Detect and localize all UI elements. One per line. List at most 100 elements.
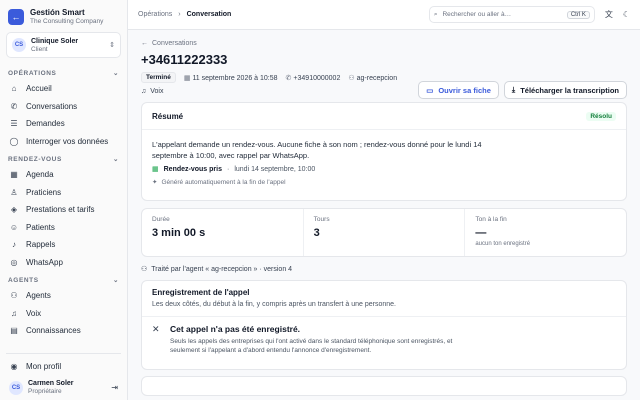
users-icon: ♙ [10, 187, 18, 197]
download-transcript-button[interactable]: ⤓ Télécharger la transcription [503, 81, 627, 99]
sidebar-item-conversations[interactable]: ✆ Conversations [6, 98, 121, 116]
chevron-down-icon: ⌄ [112, 156, 119, 163]
section-operations[interactable]: OPÉRATIONS ⌄ [6, 64, 121, 80]
breadcrumb-operations[interactable]: Opérations [138, 11, 172, 18]
sidebar-item-interroger[interactable]: ◯ Interroger vos données [6, 133, 121, 151]
search-placeholder: Rechercher ou aller à… [442, 11, 512, 18]
bot-icon: ⚇ [348, 74, 355, 82]
section-title: AGENTS [8, 276, 39, 284]
sidebar-item-label: Agents [26, 291, 51, 301]
outcome-value: lundi 14 septembre, 10:00 [234, 165, 316, 173]
sidebar-item-profile[interactable]: ◉ Mon profil [6, 358, 121, 376]
section-rendez-vous[interactable]: RENDEZ-VOUS ⌄ [6, 150, 121, 166]
topbar: Opérations › Conversation ⌕ Rechercher o… [128, 0, 640, 30]
sidebar-item-demandes[interactable]: ☰ Demandes [6, 115, 121, 133]
agent-line: ⚇ Traité par l'agent « ag-recepcion » · v… [141, 265, 627, 274]
sidebar-item-label: Demandes [26, 119, 65, 129]
sidebar-item-label: Connaissances [26, 326, 81, 336]
section-agents[interactable]: AGENTS ⌄ [6, 271, 121, 287]
outcome-label: Rendez-vous pris [163, 165, 222, 173]
audio-icon: ♫ [141, 88, 147, 95]
sidebar-item-patients[interactable]: ☺ Patients [6, 219, 121, 237]
search-icon: ⌕ [433, 10, 438, 18]
sidebar-item-label: WhatsApp [26, 257, 63, 267]
stats-card: Durée 3 min 00 s Tours 3 Ton à la fin — … [141, 208, 627, 257]
meta-phone: ✆ +34910000002 [286, 74, 341, 82]
stat-label: Ton à la fin [475, 216, 507, 223]
sidebar-item-label: Prestations et tarifs [26, 205, 95, 215]
sidebar-item-agenda[interactable]: ▦ Agenda [6, 166, 121, 184]
open-sheet-button[interactable]: ▭ Ouvrir sa fiche [418, 81, 499, 99]
outcome: ▦ Rendez-vous pris · lundi 14 septembre,… [152, 165, 316, 174]
chevron-down-icon: ⌄ [112, 277, 119, 284]
book-icon: ▤ [10, 326, 18, 336]
sidebar-item-voix[interactable]: ♫ Voix [6, 305, 121, 323]
breadcrumb: Opérations › Conversation [138, 11, 231, 18]
whatsapp-icon: ◎ [10, 257, 18, 267]
brand-logo-icon: ← [8, 9, 24, 25]
stat-label: Tours [313, 216, 330, 223]
chevron-updown-icon: ⇕ [109, 42, 115, 49]
sidebar-item-accueil[interactable]: ⌂ Accueil [6, 80, 121, 98]
page-title: +34611222333 [141, 52, 228, 67]
button-label: Télécharger la transcription [520, 85, 619, 95]
agent-line-text: Traité par l'agent « ag-recepcion » · ve… [151, 265, 293, 273]
back-link[interactable]: ← Conversations [141, 40, 627, 47]
bot-icon: ⚇ [141, 266, 148, 273]
sidebar-item-label: Voix [26, 308, 42, 318]
main: Opérations › Conversation ⌕ Rechercher o… [128, 0, 640, 400]
sidebar-item-label: Interroger vos données [26, 136, 109, 146]
chevron-down-icon: ⌄ [112, 70, 119, 77]
datetime-text: 11 septembre 2026 à 10:58 [192, 74, 278, 82]
recording-card: Enregistrement de l'appel Les deux côtés… [141, 280, 627, 370]
stat-value: 3 [313, 227, 320, 239]
sidebar-item-connaissances[interactable]: ▤ Connaissances [6, 322, 121, 340]
org-role: Client [31, 45, 48, 53]
sidebar-item-label: Agenda [26, 170, 54, 180]
search-input[interactable]: ⌕ Rechercher ou aller à… Ctrl K [428, 6, 595, 23]
stat-tone: Ton à la fin — aucun ton enregistré [465, 209, 626, 256]
sidebar-item-label: Patients [26, 222, 55, 232]
stat-value: 3 min 00 s [152, 227, 206, 239]
sidebar-item-rappels[interactable]: ♪ Rappels [6, 236, 121, 254]
user-role: Propriétaire [28, 388, 62, 395]
generated-text: Généré automatiquement à la fin de l'app… [161, 178, 286, 186]
stat-turns: Tours 3 [304, 209, 466, 256]
sidebar-item-prestations[interactable]: ◈ Prestations et tarifs [6, 201, 121, 219]
logout-icon[interactable]: ⇥ [111, 383, 118, 392]
download-icon: ⤓ [511, 85, 516, 94]
channel-text: Voix [150, 88, 164, 95]
back-label: Conversations [152, 40, 197, 47]
translate-icon[interactable]: 文 [605, 9, 613, 20]
recording-title: Enregistrement de l'appel [152, 288, 250, 297]
phone-icon: ✆ [285, 74, 292, 82]
shortcut-badge: Ctrl K [566, 10, 590, 19]
recording-notice-title: Cet appel n'a pas été enregistré. [170, 324, 301, 334]
user-name: Carmen Soler [28, 380, 74, 387]
theme-toggle-icon[interactable]: ☾ [623, 10, 630, 19]
org-name: Clinique Soler [31, 37, 79, 45]
brand-subtitle: The Consulting Company [30, 18, 104, 25]
generated-note: ✦ Généré automatiquement à la fin de l'ap… [142, 173, 626, 187]
sidebar-item-label: Praticiens [26, 187, 62, 197]
bot-icon: ⚇ [10, 291, 18, 301]
current-user: CS Carmen Soler Propriétaire ⇥ [6, 375, 121, 400]
org-avatar: CS [12, 38, 26, 52]
arrow-left-icon: ← [141, 40, 148, 47]
user-avatar: CS [9, 380, 23, 395]
sidebar-item-agents[interactable]: ⚇ Agents [6, 287, 121, 305]
org-switcher[interactable]: CS Clinique Soler Client ⇕ [6, 32, 121, 58]
section-title: OPÉRATIONS [8, 69, 57, 77]
next-card [141, 376, 627, 396]
agent-text: ag-recepcion [356, 74, 398, 82]
phone-text: +34910000002 [293, 74, 341, 82]
brand[interactable]: ← Gestión Smart The Consulting Company [6, 6, 121, 32]
summary-title: Résumé [152, 111, 184, 121]
chat-icon: ◯ [9, 136, 19, 146]
phone-icon: ✆ [10, 101, 18, 111]
tag-icon: ◈ [10, 205, 18, 215]
sidebar-item-whatsapp[interactable]: ◎ WhatsApp [6, 254, 121, 272]
sidebar-item-praticiens[interactable]: ♙ Praticiens [6, 184, 121, 202]
section-title: RENDEZ-VOUS [8, 155, 62, 163]
meta-datetime: ▦ 11 septembre 2026 à 10:58 [184, 74, 278, 82]
